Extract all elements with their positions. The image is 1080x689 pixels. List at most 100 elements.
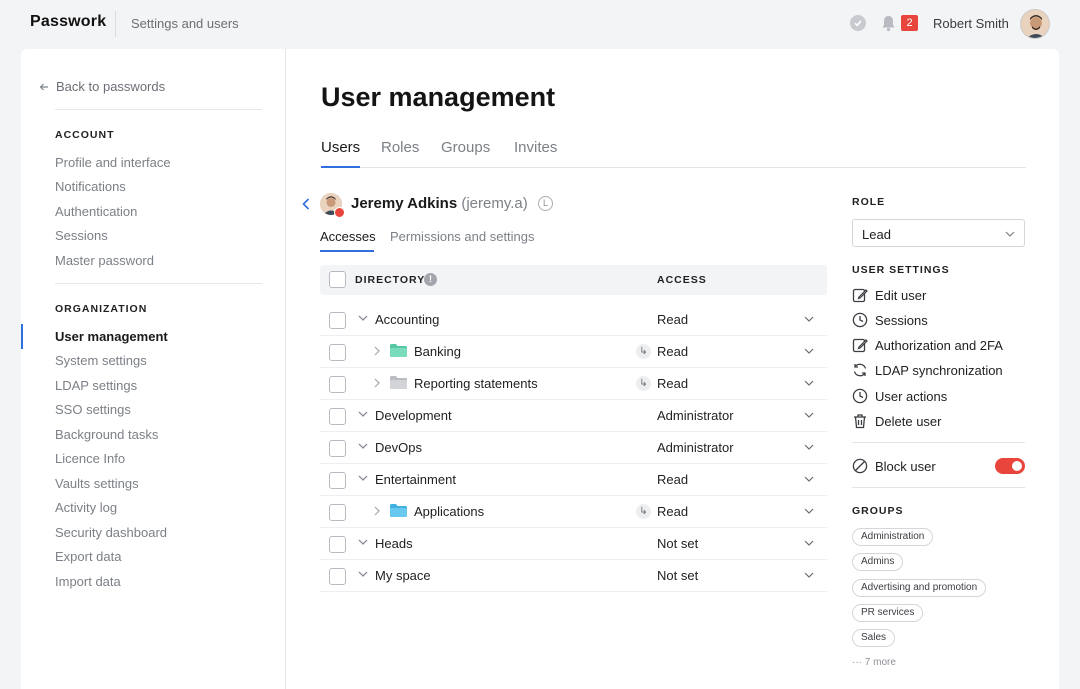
row-checkbox[interactable] (329, 536, 346, 553)
directory-name[interactable]: Entertainment (375, 472, 456, 487)
back-to-passwords-link[interactable]: Back to passwords (39, 79, 165, 94)
access-value[interactable]: Read (657, 312, 688, 327)
select-all-checkbox[interactable] (329, 271, 346, 288)
chevron-down-icon[interactable] (804, 348, 814, 354)
directory-name[interactable]: Banking (414, 344, 461, 359)
access-value[interactable]: Read (657, 472, 688, 487)
chevron-down-icon[interactable] (358, 475, 368, 481)
row-checkbox[interactable] (329, 472, 346, 489)
chevron-down-icon[interactable] (358, 571, 368, 577)
chevron-down-icon[interactable] (804, 540, 814, 546)
edit-user-action[interactable]: Edit user (852, 285, 926, 305)
access-value[interactable]: Read (657, 376, 688, 391)
chevron-down-icon[interactable] (804, 508, 814, 514)
current-user-name[interactable]: Robert Smith (933, 16, 1009, 31)
row-checkbox[interactable] (329, 312, 346, 329)
directory-name[interactable]: My space (375, 568, 431, 583)
chevron-down-icon[interactable] (804, 412, 814, 418)
directory-name[interactable]: Development (375, 408, 452, 423)
sidebar-item-vaults-settings[interactable]: Vaults settings (55, 476, 139, 491)
access-value[interactable]: Administrator (657, 408, 734, 423)
sidebar-item-import-data[interactable]: Import data (55, 574, 121, 589)
access-value[interactable]: Administrator (657, 440, 734, 455)
block-user-toggle[interactable] (995, 458, 1025, 474)
sidebar-item-user-management[interactable]: User management (55, 329, 168, 344)
chevron-down-icon[interactable] (358, 539, 368, 545)
chevron-down-icon[interactable] (804, 476, 814, 482)
sidebar-item-system-settings[interactable]: System settings (55, 353, 147, 368)
table-row[interactable]: My space Not set (320, 560, 827, 592)
sidebar-item-activity-log[interactable]: Activity log (55, 500, 117, 515)
row-checkbox[interactable] (329, 376, 346, 393)
chevron-right-icon[interactable] (374, 346, 380, 356)
chevron-down-icon[interactable] (358, 443, 368, 449)
directory-name[interactable]: Reporting statements (414, 376, 538, 391)
row-checkbox[interactable] (329, 440, 346, 457)
table-row[interactable]: Reporting statements ↳ Read (320, 368, 827, 400)
row-checkbox[interactable] (329, 344, 346, 361)
table-row[interactable]: Applications ↳ Read (320, 496, 827, 528)
access-value[interactable]: Not set (657, 568, 698, 583)
role-select[interactable]: Lead (852, 219, 1025, 247)
sidebar-item-master-password[interactable]: Master password (55, 253, 154, 268)
directory-name[interactable]: Heads (375, 536, 413, 551)
table-row[interactable]: Development Administrator (320, 400, 827, 432)
chevron-down-icon[interactable] (804, 316, 814, 322)
access-value[interactable]: Read (657, 344, 688, 359)
chevron-left-icon[interactable] (302, 197, 310, 215)
chevron-down-icon[interactable] (804, 572, 814, 578)
sidebar-item-notifications[interactable]: Notifications (55, 179, 126, 194)
directory-name[interactable]: Applications (414, 504, 484, 519)
info-icon[interactable]: ! (424, 273, 437, 286)
more-groups-link[interactable]: ··· 7 more (852, 657, 896, 668)
top-bar: Passwork Settings and users 2 Robert Smi… (0, 0, 1080, 48)
subtab-permissions[interactable]: Permissions and settings (390, 229, 535, 244)
sidebar-item-sessions[interactable]: Sessions (55, 228, 108, 243)
tab-roles[interactable]: Roles (381, 139, 419, 156)
delete-user-action[interactable]: Delete user (852, 411, 941, 431)
sidebar-item-licence-info[interactable]: Licence Info (55, 451, 125, 466)
row-checkbox[interactable] (329, 408, 346, 425)
tab-users[interactable]: Users (321, 139, 360, 156)
directory-name[interactable]: Accounting (375, 312, 439, 327)
sidebar-item-profile[interactable]: Profile and interface (55, 155, 171, 170)
table-row[interactable]: Heads Not set (320, 528, 827, 560)
table-row[interactable]: DevOps Administrator (320, 432, 827, 464)
chevron-down-icon[interactable] (804, 380, 814, 386)
group-chip[interactable]: Advertising and promotion (852, 579, 987, 597)
sidebar-item-background-tasks[interactable]: Background tasks (55, 427, 158, 442)
table-row[interactable]: Accounting Read (320, 304, 827, 336)
chevron-down-icon[interactable] (358, 315, 368, 321)
group-chip[interactable]: PR services (852, 604, 924, 622)
tab-groups[interactable]: Groups (441, 139, 490, 156)
sidebar-item-ldap-settings[interactable]: LDAP settings (55, 378, 137, 393)
directory-name[interactable]: DevOps (375, 440, 422, 455)
access-value[interactable]: Not set (657, 536, 698, 551)
user-avatar[interactable] (1020, 9, 1050, 39)
brand-logo[interactable]: Passwork (30, 13, 106, 31)
chevron-down-icon[interactable] (804, 444, 814, 450)
chevron-right-icon[interactable] (374, 378, 380, 388)
group-chip[interactable]: Sales (852, 629, 896, 647)
row-checkbox[interactable] (329, 568, 346, 585)
status-check-icon[interactable] (850, 15, 866, 31)
group-chip[interactable]: Administration (852, 528, 934, 546)
sessions-action[interactable]: Sessions (852, 310, 928, 330)
sidebar-item-sso-settings[interactable]: SSO settings (55, 402, 131, 417)
tab-invites[interactable]: Invites (514, 139, 557, 156)
table-row[interactable]: Banking ↳ Read (320, 336, 827, 368)
subtab-accesses[interactable]: Accesses (320, 229, 376, 244)
access-value[interactable]: Read (657, 504, 688, 519)
group-chip[interactable]: Admins (852, 553, 904, 571)
sidebar-item-export-data[interactable]: Export data (55, 549, 122, 564)
sidebar-item-security-dashboard[interactable]: Security dashboard (55, 525, 167, 540)
table-row[interactable]: Entertainment Read (320, 464, 827, 496)
row-checkbox[interactable] (329, 504, 346, 521)
user-actions-action[interactable]: User actions (852, 386, 947, 406)
authorization-action[interactable]: Authorization and 2FA (852, 335, 1003, 355)
chevron-right-icon[interactable] (374, 506, 380, 516)
chevron-down-icon[interactable] (358, 411, 368, 417)
bell-icon[interactable] (880, 14, 897, 32)
sidebar-item-authentication[interactable]: Authentication (55, 204, 137, 219)
ldap-sync-action[interactable]: LDAP synchronization (852, 360, 1003, 380)
